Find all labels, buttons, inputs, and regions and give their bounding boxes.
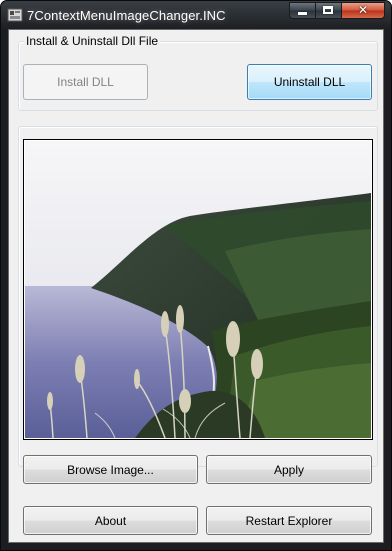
maximize-button[interactable]: [315, 2, 341, 19]
about-button[interactable]: About: [23, 506, 198, 535]
title-bar[interactable]: 7ContextMenuImageChanger.INC ✕: [1, 1, 391, 29]
minimize-icon: [298, 12, 307, 15]
close-icon: ✕: [357, 3, 369, 17]
window-title: 7ContextMenuImageChanger.INC: [27, 8, 226, 23]
image-preview: [23, 139, 373, 440]
restart-explorer-button[interactable]: Restart Explorer: [206, 506, 372, 535]
maximize-icon: [323, 6, 333, 14]
app-window-icon: [7, 8, 23, 22]
install-dll-button[interactable]: Install DLL: [23, 64, 148, 100]
browse-image-button[interactable]: Browse Image...: [23, 455, 198, 484]
caption-buttons: ✕: [289, 2, 385, 20]
app-window: 7ContextMenuImageChanger.INC ✕ Install &…: [0, 0, 392, 551]
coastal-cliff-landscape-photo: [25, 141, 371, 438]
minimize-button[interactable]: [289, 2, 315, 19]
client-area: Install & Uninstall Dll File Install DLL…: [8, 29, 384, 543]
uninstall-dll-button[interactable]: Uninstall DLL: [247, 64, 372, 100]
apply-button[interactable]: Apply: [206, 455, 372, 484]
install-group-legend: Install & Uninstall Dll File: [24, 34, 161, 48]
close-button[interactable]: ✕: [341, 2, 385, 19]
